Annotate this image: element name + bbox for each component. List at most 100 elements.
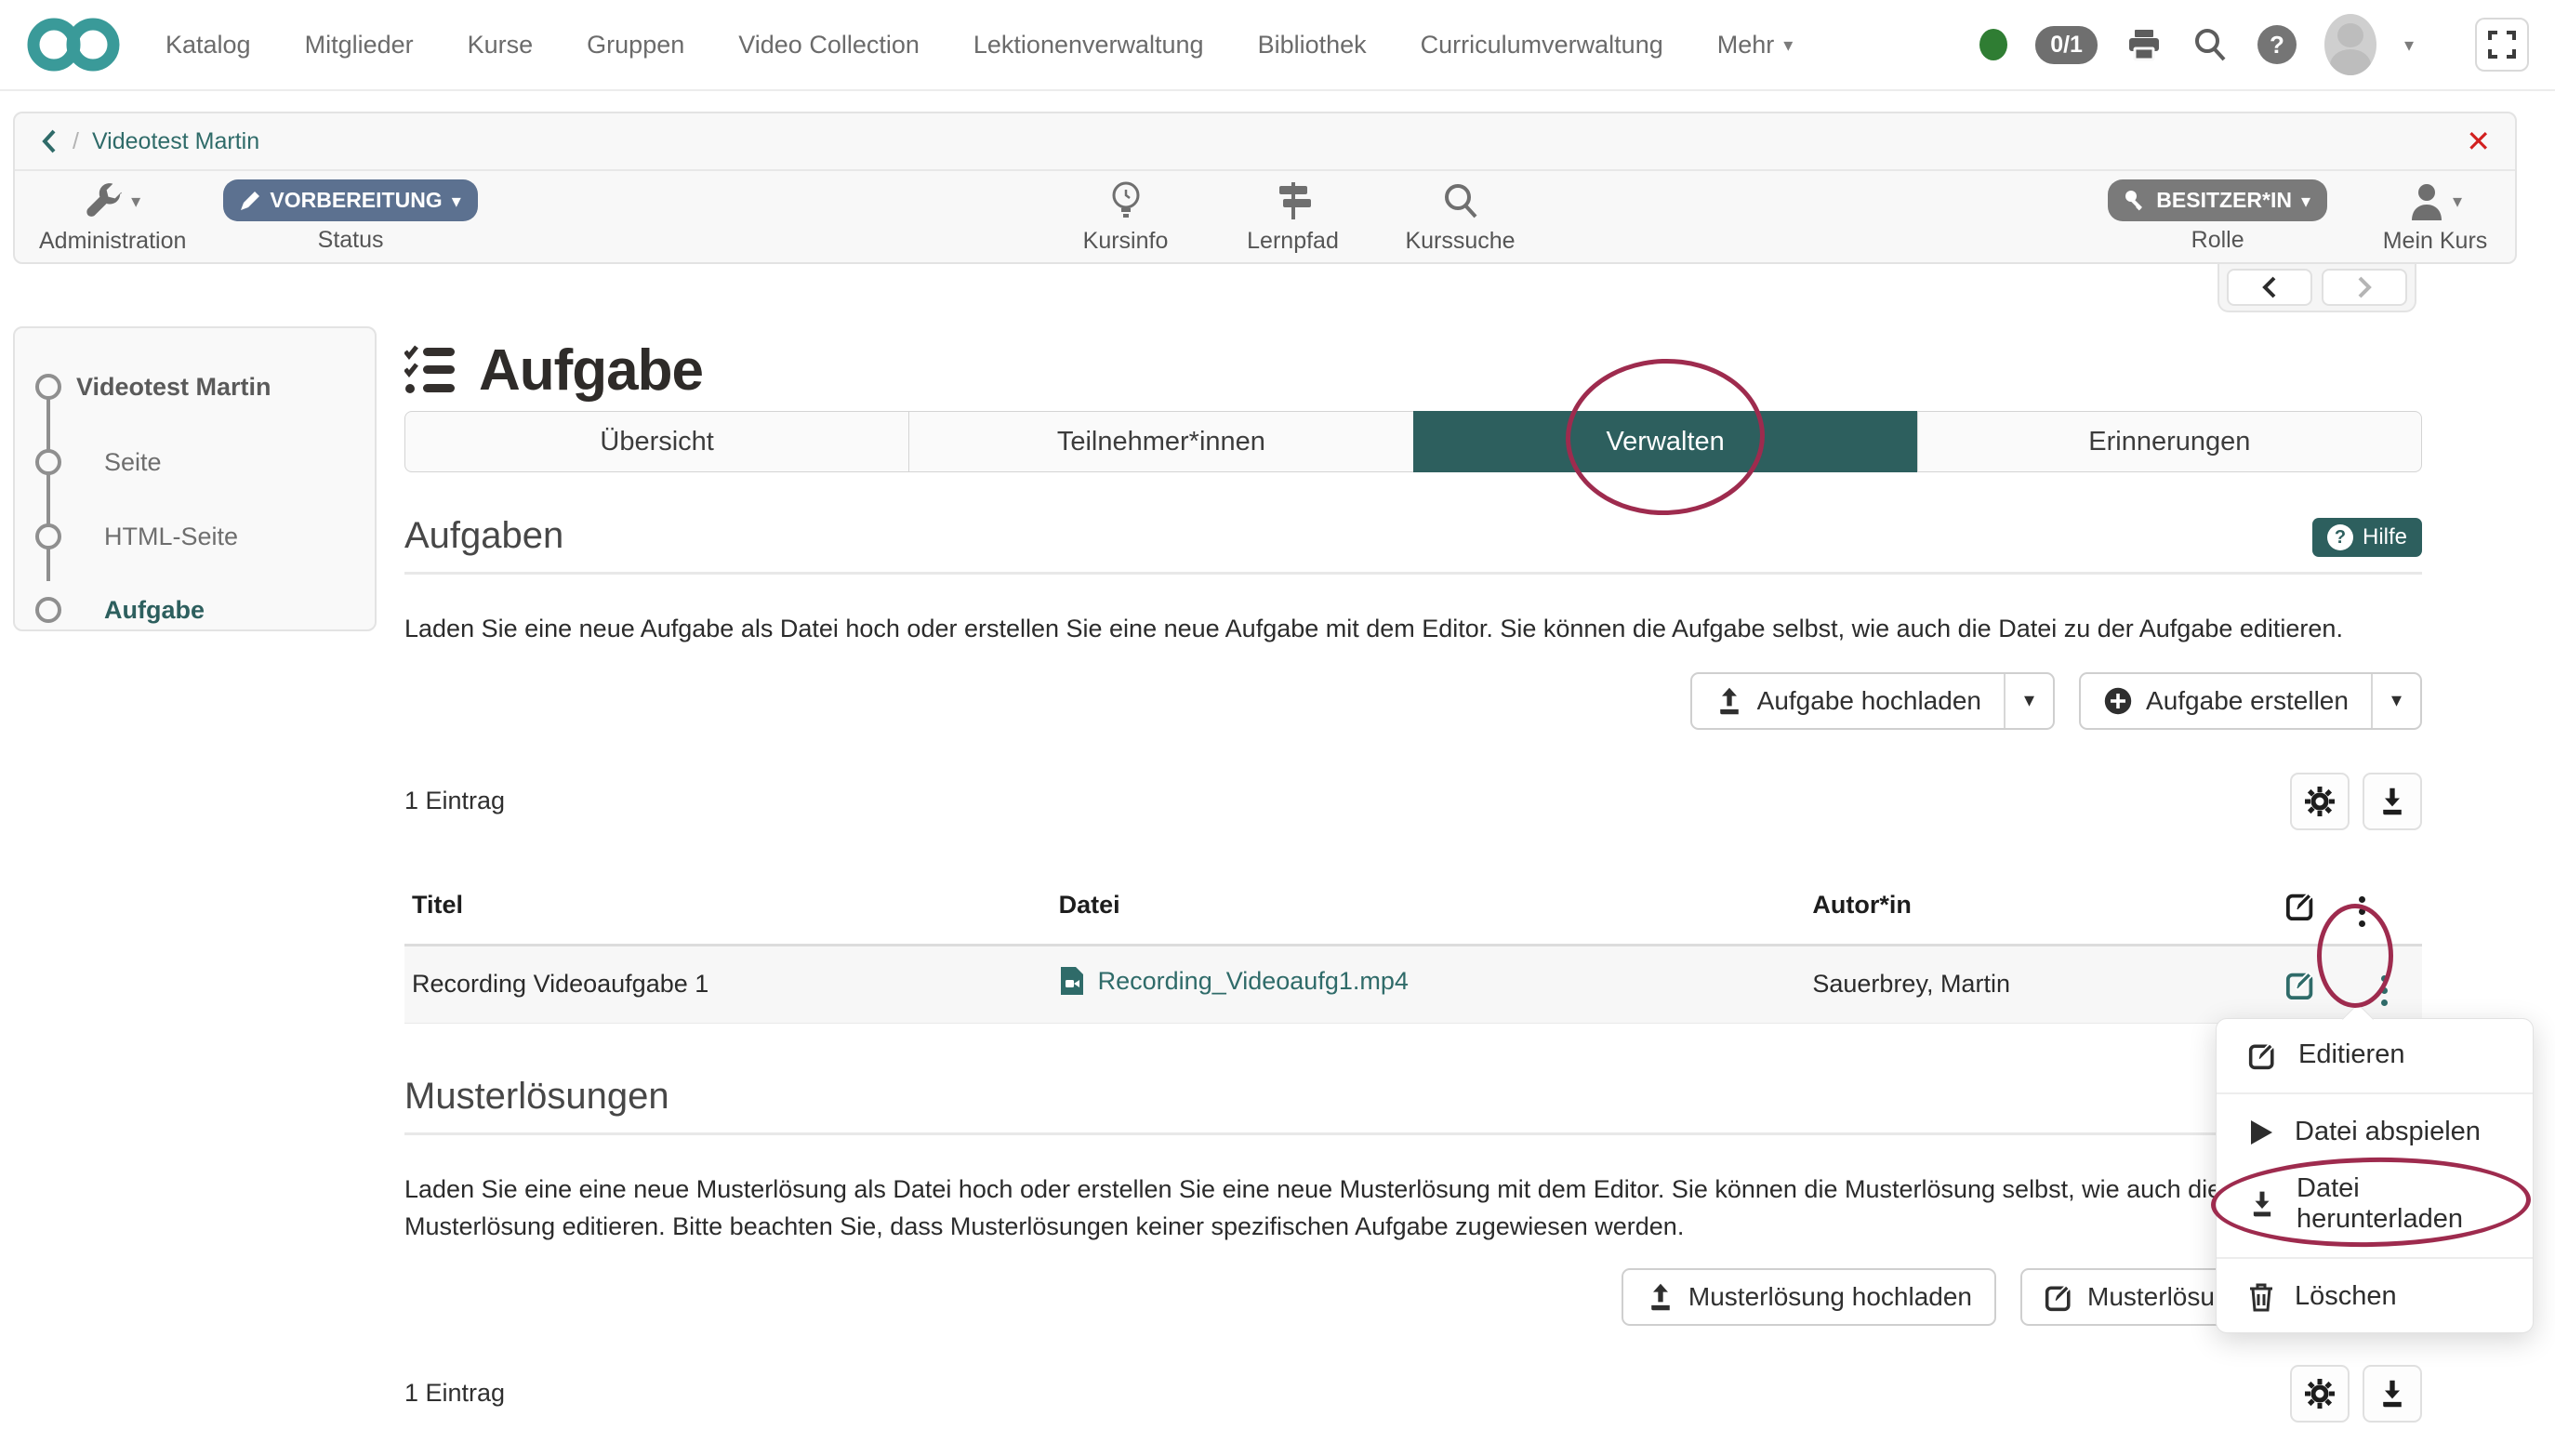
status-badge[interactable]: VORBEREITUNG ▾ xyxy=(223,179,477,221)
column-menu-icon xyxy=(2348,867,2422,946)
chevron-down-icon: ▾ xyxy=(2301,190,2310,212)
toolbar-kurssuche[interactable]: Kurssuche xyxy=(1405,179,1516,255)
user-avatar[interactable] xyxy=(2324,14,2376,75)
column-titel[interactable]: Titel xyxy=(404,867,1052,946)
sidebar-item-aufgabe[interactable]: Aufgabe xyxy=(15,594,205,626)
column-autor[interactable]: Autor*in xyxy=(1805,867,2254,946)
course-toolbar-card: / Videotest Martin ✕ ▾ Administration xyxy=(13,112,2517,264)
pencil-icon xyxy=(240,191,260,211)
column-datei[interactable]: Datei xyxy=(1052,867,1806,946)
role-badge[interactable]: BESITZER*IN ▾ xyxy=(2108,179,2327,221)
row-edit-button[interactable] xyxy=(2255,945,2348,1023)
upload-icon xyxy=(1714,686,1744,716)
wrench-icon xyxy=(85,181,124,220)
previous-node-button[interactable] xyxy=(2227,269,2312,306)
hilfe-button[interactable]: ? Hilfe xyxy=(2312,518,2422,557)
task-list-icon xyxy=(404,344,458,396)
next-node-button[interactable] xyxy=(2322,269,2407,306)
edit-icon xyxy=(2248,1040,2278,1070)
main-menu: Katalog Mitglieder Kurse Gruppen Video C… xyxy=(165,31,1793,60)
trash-icon xyxy=(2248,1282,2274,1312)
menu-item-datei-abspielen[interactable]: Datei abspielen xyxy=(2217,1104,2533,1160)
column-edit-icon xyxy=(2255,867,2348,946)
breadcrumb-course-link[interactable]: Videotest Martin xyxy=(92,128,259,155)
tab-verwalten[interactable]: Verwalten xyxy=(1413,411,1918,472)
signpost-icon xyxy=(1274,179,1313,222)
upload-icon xyxy=(1646,1282,1675,1312)
edit-icon xyxy=(2045,1282,2074,1312)
musterloesungen-heading: Musterlösungen xyxy=(404,1076,669,1118)
musterloesungen-table-controls: 1 Eintrag xyxy=(404,1365,2422,1423)
menu-item-datei-herunterladen[interactable]: Datei herunterladen xyxy=(2217,1160,2533,1248)
toolbar-status[interactable]: VORBEREITUNG ▾ Status xyxy=(223,179,477,254)
chevron-down-icon: ▾ xyxy=(131,190,140,212)
table-download-button[interactable] xyxy=(2363,1365,2422,1423)
aufgaben-table: Titel Datei Autor*in Reco xyxy=(404,867,2422,1024)
row-context-menu: Editieren Datei abspielen Datei herunter… xyxy=(2216,1018,2534,1333)
openolat-logo-icon[interactable] xyxy=(26,15,123,74)
course-node-pager xyxy=(2217,264,2416,312)
sidebar-item-seite[interactable]: Seite xyxy=(15,446,162,478)
aufgabe-erstellen-button[interactable]: Aufgabe erstellen ▾ xyxy=(2079,672,2422,730)
breadcrumb-back-icon[interactable] xyxy=(39,127,60,155)
aufgaben-table-controls: 1 Eintrag xyxy=(404,773,2422,830)
user-menu-chevron-icon[interactable]: ▾ xyxy=(2404,33,2414,56)
segment-tabs: Übersicht Teilnehmer*innen Verwalten Eri… xyxy=(404,411,2422,472)
toolbar-administration[interactable]: ▾ Administration xyxy=(39,179,186,255)
aufgaben-actions: Aufgabe hochladen ▾ Aufgabe erstellen ▾ xyxy=(404,672,2422,730)
lightbulb-icon xyxy=(1108,179,1144,222)
sidebar-item-html-seite[interactable]: HTML-Seite xyxy=(15,521,238,552)
search-icon[interactable] xyxy=(2191,25,2230,64)
play-icon xyxy=(2248,1118,2274,1146)
sidebar-item-videotest-martin[interactable]: Videotest Martin xyxy=(15,371,271,403)
print-icon[interactable] xyxy=(2125,26,2163,63)
aufgaben-heading: Aufgaben xyxy=(404,515,563,557)
upload-dropdown-caret[interactable]: ▾ xyxy=(2004,674,2053,728)
table-header-row: Titel Datei Autor*in xyxy=(404,867,2422,946)
course-toolbar: ▾ Administration VORBEREITUNG ▾ Status xyxy=(15,171,2515,262)
breadcrumb: / Videotest Martin ✕ xyxy=(15,113,2515,171)
toolbar-mein-kurs[interactable]: ▾ Mein Kurs xyxy=(2379,179,2491,255)
person-icon xyxy=(2408,181,2445,220)
nav-item-bibliothek[interactable]: Bibliothek xyxy=(1258,31,1367,60)
cell-titel: Recording Videoaufgabe 1 xyxy=(404,945,1052,1023)
tree-node-icon xyxy=(35,597,61,623)
fullscreen-button[interactable] xyxy=(2475,18,2529,72)
table-row: Recording Videoaufgabe 1 Recording_Video… xyxy=(404,945,2422,1023)
close-course-icon[interactable]: ✕ xyxy=(2466,126,2491,156)
tab-uebersicht[interactable]: Übersicht xyxy=(404,411,909,472)
nav-item-katalog[interactable]: Katalog xyxy=(165,31,251,60)
create-dropdown-caret[interactable]: ▾ xyxy=(2371,674,2420,728)
file-link[interactable]: Recording_Videoaufg1.mp4 xyxy=(1059,965,1409,997)
notification-counter-badge[interactable]: 0/1 xyxy=(2035,26,2098,64)
nav-item-gruppen[interactable]: Gruppen xyxy=(587,31,684,60)
tab-erinnerungen[interactable]: Erinnerungen xyxy=(1917,411,2422,472)
nav-item-lektionenverwaltung[interactable]: Lektionenverwaltung xyxy=(973,31,1204,60)
aufgaben-description: Laden Sie eine neue Aufgabe als Datei ho… xyxy=(404,610,2422,648)
aufgabe-hochladen-button[interactable]: Aufgabe hochladen ▾ xyxy=(1690,672,2055,730)
tree-node-icon xyxy=(35,523,61,549)
table-settings-button[interactable] xyxy=(2290,773,2350,830)
menu-item-loeschen[interactable]: Löschen xyxy=(2217,1268,2533,1325)
toolbar-kursinfo[interactable]: Kursinfo xyxy=(1070,179,1182,255)
nav-item-video-collection[interactable]: Video Collection xyxy=(738,31,920,60)
nav-item-mehr[interactable]: Mehr▾ xyxy=(1717,31,1794,60)
chevron-down-icon: ▾ xyxy=(452,190,461,212)
tab-teilnehmerinnen[interactable]: Teilnehmer*innen xyxy=(908,411,1413,472)
chevron-down-icon: ▾ xyxy=(2453,190,2462,212)
nav-item-curriculumverwaltung[interactable]: Curriculumverwaltung xyxy=(1421,31,1663,60)
menu-item-editieren[interactable]: Editieren xyxy=(2217,1026,2533,1083)
musterloesungen-actions: Musterlösung hochladen Musterlösun xyxy=(404,1268,2422,1326)
page-title: Aufgabe xyxy=(404,329,2422,411)
toolbar-rolle[interactable]: BESITZER*IN ▾ Rolle xyxy=(2108,179,2327,254)
table-download-button[interactable] xyxy=(2363,773,2422,830)
help-icon[interactable]: ? xyxy=(2257,25,2297,64)
top-navigation-bar: Katalog Mitglieder Kurse Gruppen Video C… xyxy=(0,0,2555,91)
search-icon xyxy=(1440,179,1481,222)
toolbar-lernpfad[interactable]: Lernpfad xyxy=(1238,179,1349,255)
nav-item-kurse[interactable]: Kurse xyxy=(468,31,534,60)
online-status-icon xyxy=(1979,29,2007,60)
nav-item-mitglieder[interactable]: Mitglieder xyxy=(305,31,414,60)
table-settings-button[interactable] xyxy=(2290,1365,2350,1423)
musterloesung-hochladen-button[interactable]: Musterlösung hochladen xyxy=(1622,1268,1996,1326)
